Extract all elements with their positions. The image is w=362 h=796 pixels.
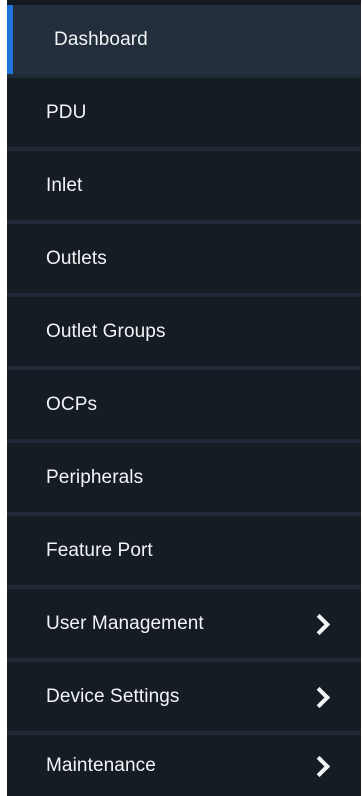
- sidebar-item-peripherals[interactable]: Peripherals: [7, 443, 361, 512]
- sidebar-item-label: User Management: [46, 612, 204, 634]
- sidebar-item-label: Maintenance: [46, 754, 156, 776]
- sidebar-item-label: PDU: [46, 101, 87, 123]
- active-indicator: [7, 5, 13, 74]
- sidebar-nav: Dashboard PDU Inlet Outlets Outlet Group…: [7, 0, 361, 796]
- sidebar-item-label: Peripherals: [46, 466, 144, 488]
- sidebar-item-feature-port[interactable]: Feature Port: [7, 516, 361, 585]
- sidebar-item-inlet[interactable]: Inlet: [7, 151, 361, 220]
- sidebar-item-ocps[interactable]: OCPs: [7, 370, 361, 439]
- sidebar-item-dashboard[interactable]: Dashboard: [7, 5, 361, 74]
- sidebar-item-outlets[interactable]: Outlets: [7, 224, 361, 293]
- chevron-right-icon: [308, 613, 331, 635]
- sidebar-item-label: Outlet Groups: [46, 320, 166, 342]
- sidebar-item-user-management[interactable]: User Management: [7, 589, 361, 658]
- sidebar-item-label: Device Settings: [46, 685, 180, 707]
- sidebar-item-label: Outlets: [46, 247, 107, 269]
- sidebar-item-label: Feature Port: [46, 539, 153, 561]
- sidebar-item-label: Inlet: [46, 174, 83, 196]
- sidebar-item-outlet-groups[interactable]: Outlet Groups: [7, 297, 361, 366]
- chevron-right-icon: [308, 686, 331, 708]
- chevron-right-icon: [308, 755, 331, 777]
- sidebar-item-pdu[interactable]: PDU: [7, 78, 361, 147]
- sidebar-item-label: Dashboard: [54, 28, 148, 50]
- sidebar-item-label: OCPs: [46, 393, 98, 415]
- sidebar-item-maintenance[interactable]: Maintenance: [7, 735, 361, 796]
- sidebar-item-device-settings[interactable]: Device Settings: [7, 662, 361, 731]
